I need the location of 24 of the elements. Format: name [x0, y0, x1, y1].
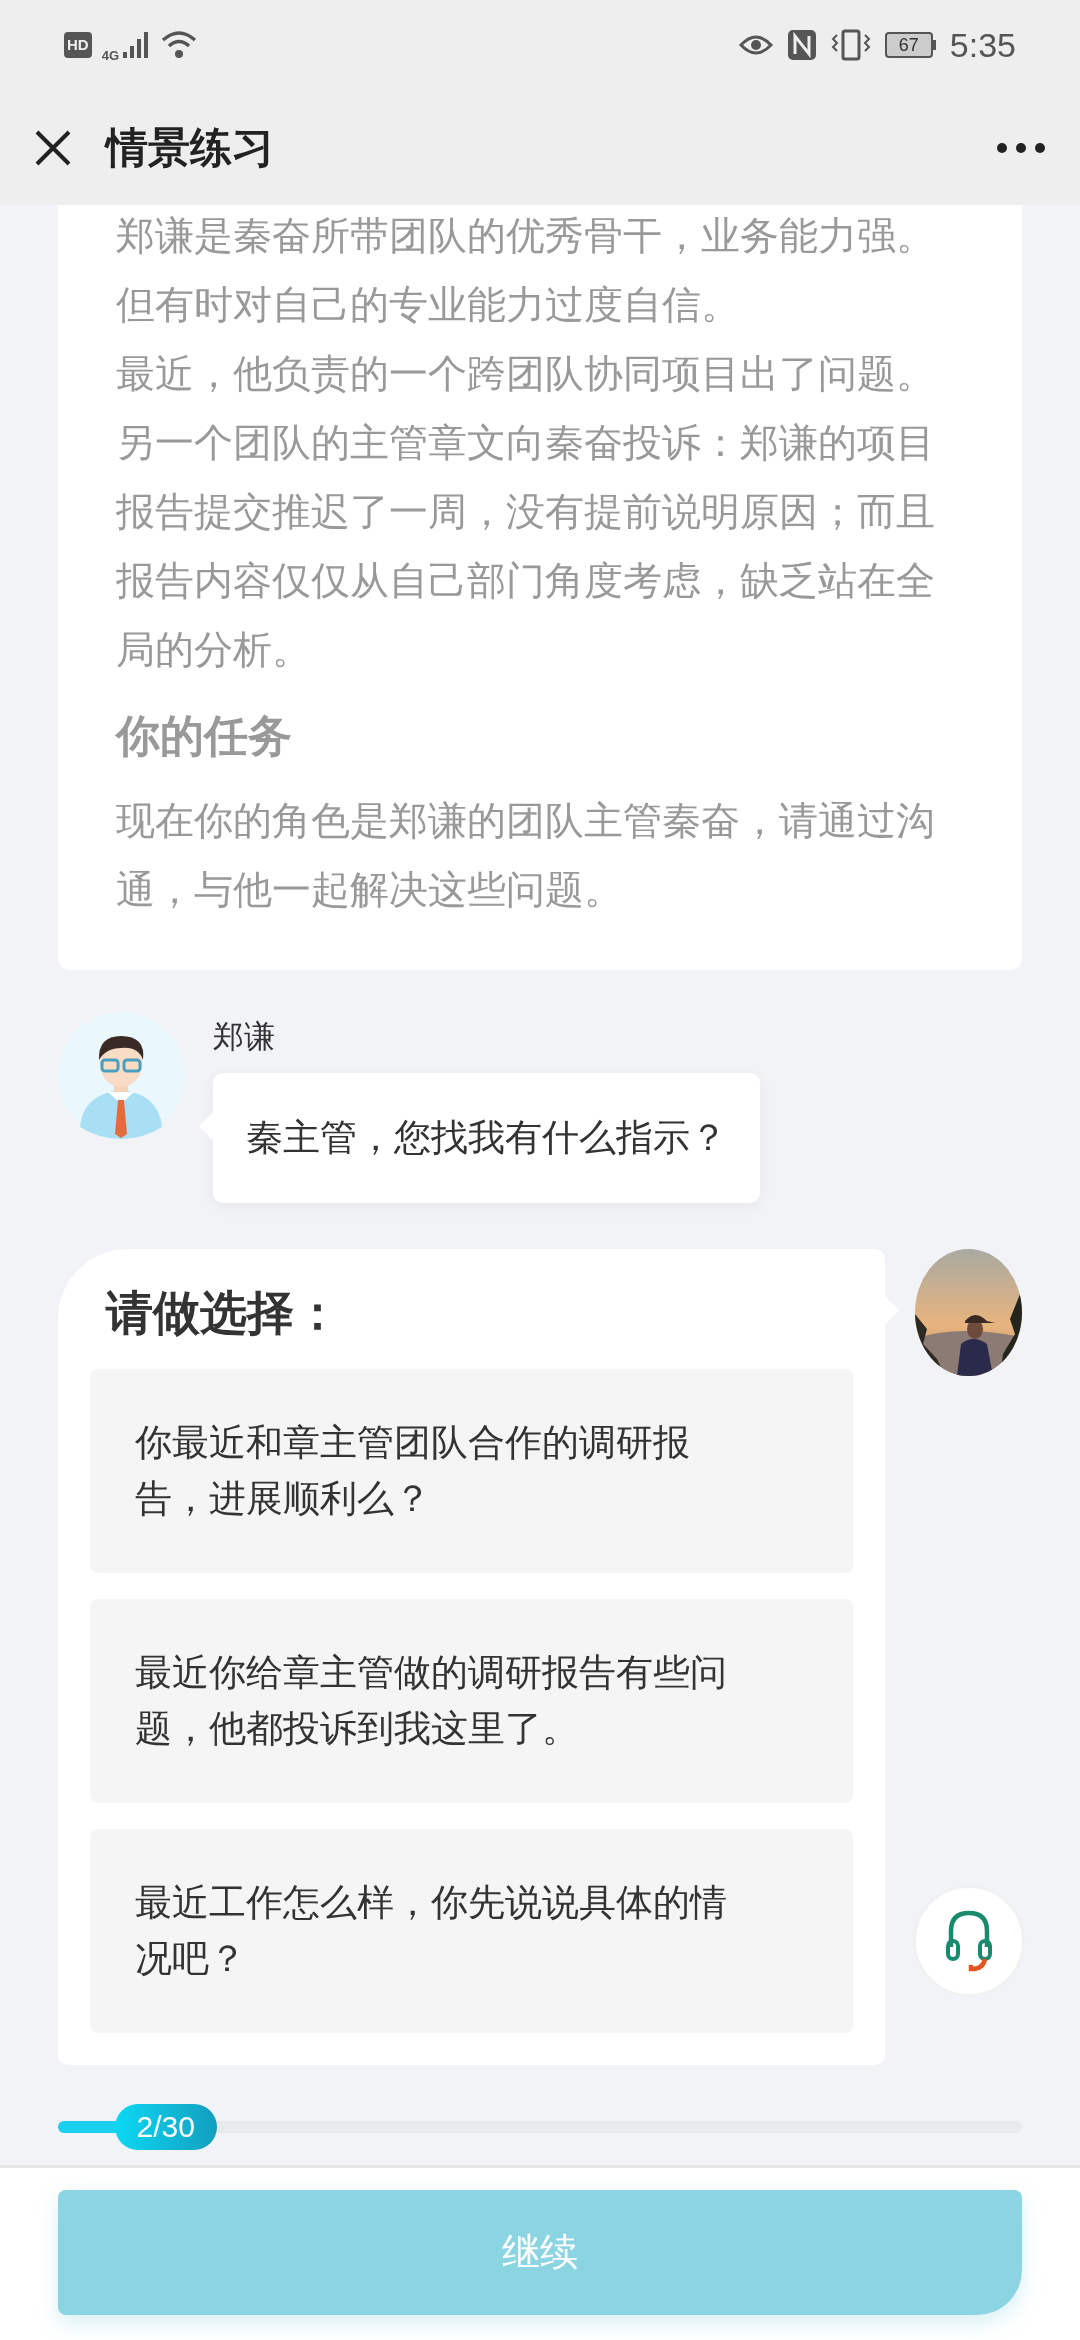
nfc-icon: [786, 29, 817, 61]
task-heading: 你的任务: [116, 710, 293, 762]
close-icon[interactable]: [34, 128, 72, 167]
choice-title: 请做选择：: [104, 1284, 342, 1341]
task-text: 现在你的角色是郑谦的团队主管秦奋，请通过沟通，与他一起解决这些问题。: [116, 798, 936, 913]
progress-label: 2/30: [114, 2103, 217, 2150]
battery-icon: 67: [884, 32, 936, 58]
sender-name: 郑谦: [213, 1018, 276, 1056]
network-type: 4G: [101, 47, 119, 66]
clock-time: 5:35: [949, 24, 1016, 66]
scenario-paragraph: 郑谦是秦奋所带团队的优秀骨干，业务能力强。但有时对自己的专业能力过度自信。: [116, 213, 936, 328]
wifi-icon: [161, 30, 197, 60]
headset-icon: [944, 1908, 993, 1973]
scenario-paragraph: 最近，他负责的一个跨团队协同项目出了问题。另一个团队的主管章文向秦奋投诉：郑谦的项目报告提交推迟了一周，没有提前说明原因；而且报告内容仅仅从自己部门角度考虑，缺乏站在全局的分析。: [116, 351, 936, 673]
more-icon[interactable]: [996, 141, 1046, 154]
choice-option[interactable]: 最近你给章主管做的调研报告有些问题，他都投诉到我这里了。: [90, 1598, 853, 1803]
signal-icon: [121, 30, 151, 60]
choice-option[interactable]: 你最近和章主管团队合作的调研报告，进展顺利么？: [90, 1368, 853, 1573]
eye-icon: [738, 33, 773, 57]
page-title: 情景练习: [106, 123, 274, 173]
hd-badge: HD: [64, 32, 92, 58]
vibrate-icon: [830, 29, 871, 61]
person-avatar-icon: [58, 1012, 185, 1139]
choice-option[interactable]: 最近工作怎么样，你先说说具体的情况吧？: [90, 1828, 853, 2033]
